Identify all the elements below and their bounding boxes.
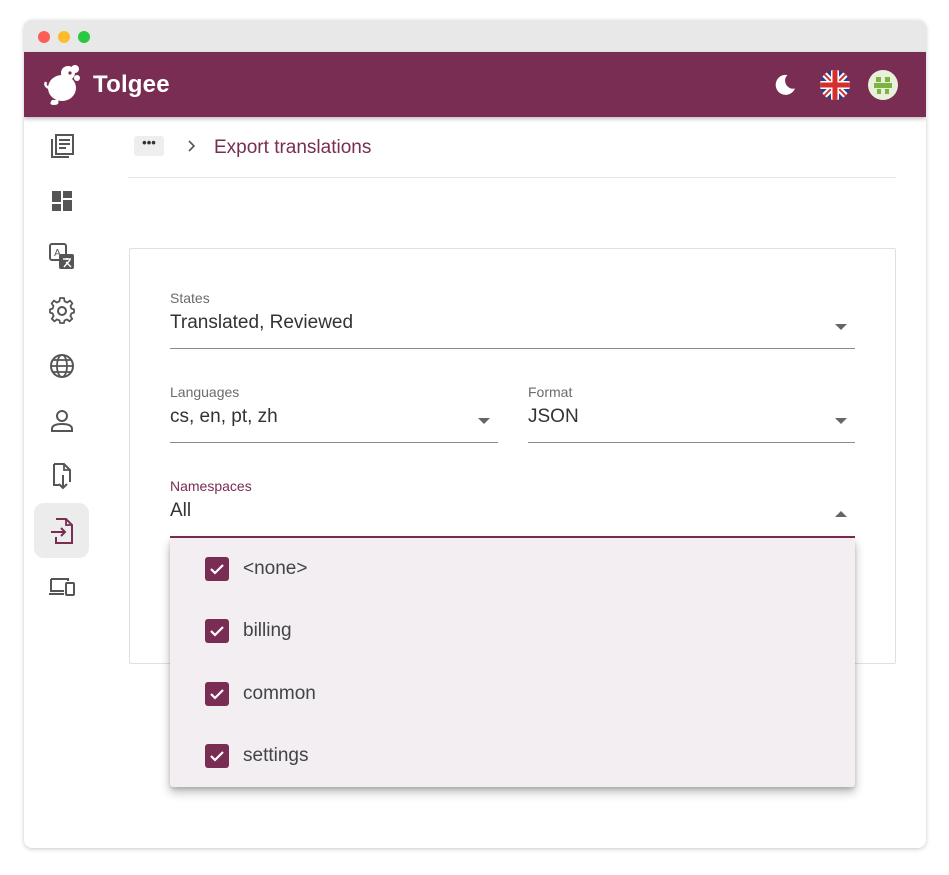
states-select[interactable]: States Translated, Reviewed: [170, 290, 855, 350]
gear-icon: [48, 296, 75, 324]
states-label: States: [170, 290, 210, 306]
library-books-icon: [50, 133, 74, 158]
languages-select[interactable]: Languages cs, en, pt, zh: [170, 384, 498, 444]
sidebar-item-dashboard[interactable]: [34, 173, 89, 228]
namespaces-label: Namespaces: [170, 478, 252, 494]
states-underline: [170, 348, 855, 349]
user-avatar-icon: [868, 70, 898, 100]
check-icon: [210, 689, 224, 700]
app-brand-name[interactable]: Tolgee: [93, 71, 170, 99]
namespace-option-settings[interactable]: settings: [170, 725, 855, 787]
namespaces-select[interactable]: Namespaces All: [170, 478, 855, 538]
namespace-option-label: billing: [243, 620, 292, 641]
dashboard-icon: [51, 190, 72, 211]
format-label: Format: [528, 384, 573, 400]
window-titlebar: [24, 20, 926, 52]
languages-value: cs, en, pt, zh: [170, 406, 278, 427]
chevron-right-icon: [188, 140, 196, 152]
user-menu-button[interactable]: [866, 68, 900, 102]
namespaces-value: All: [170, 500, 192, 521]
namespace-option-label: settings: [243, 745, 309, 766]
dropdown-arrow-icon: [835, 324, 847, 330]
namespace-option-billing[interactable]: billing: [170, 600, 855, 662]
format-value: JSON: [528, 406, 579, 427]
checkbox-checked[interactable]: [205, 619, 229, 643]
sidebar-item-languages[interactable]: [34, 338, 89, 393]
maximize-window-button[interactable]: [78, 31, 90, 43]
check-icon: [210, 626, 224, 637]
check-icon: [210, 751, 224, 762]
languages-underline: [170, 442, 498, 443]
language-switch-button[interactable]: [818, 68, 852, 102]
checkbox-checked[interactable]: [205, 557, 229, 581]
minimize-window-button[interactable]: [58, 31, 70, 43]
theme-toggle-button[interactable]: [768, 68, 802, 102]
format-underline: [528, 442, 855, 443]
translate-icon: A: [48, 242, 74, 269]
sidebar-item-members[interactable]: [34, 393, 89, 448]
dropdown-arrow-up-icon: [835, 511, 847, 517]
person-icon: [50, 409, 73, 432]
namespace-option-label: common: [243, 683, 316, 704]
checkbox-checked[interactable]: [205, 744, 229, 768]
checkbox-checked[interactable]: [205, 682, 229, 706]
namespace-option-none[interactable]: <none>: [170, 538, 855, 600]
sidebar-item-translations[interactable]: A: [34, 228, 89, 283]
dropdown-arrow-icon: [478, 418, 490, 424]
check-icon: [210, 564, 224, 575]
file-download-icon: [52, 462, 71, 489]
header-divider: [128, 177, 896, 178]
sidebar-item-integrations[interactable]: [34, 558, 89, 613]
sidebar-item-settings[interactable]: [34, 283, 89, 338]
file-export-icon: [50, 517, 73, 544]
sidebar-item-projects[interactable]: [34, 118, 89, 173]
namespace-option-common[interactable]: common: [170, 663, 855, 725]
moon-icon: [775, 74, 795, 95]
close-window-button[interactable]: [38, 31, 50, 43]
sidebar-item-import[interactable]: [34, 448, 89, 503]
namespaces-dropdown-menu: <none> billing common settings: [170, 538, 855, 787]
globe-icon: [49, 353, 74, 378]
devices-icon: [48, 577, 75, 596]
languages-label: Languages: [170, 384, 240, 400]
uk-flag-icon: [820, 70, 850, 100]
dropdown-arrow-icon: [835, 418, 847, 424]
tolgee-logo-icon[interactable]: [44, 64, 84, 106]
breadcrumb-more-button[interactable]: •••: [134, 136, 164, 156]
app-bar: Tolgee: [24, 52, 926, 117]
states-value: Translated, Reviewed: [170, 312, 354, 333]
sidebar-item-export[interactable]: [34, 503, 89, 558]
namespace-option-label: <none>: [243, 558, 308, 579]
format-select[interactable]: Format JSON: [528, 384, 855, 444]
breadcrumb-current-page[interactable]: Export translations: [214, 137, 371, 159]
